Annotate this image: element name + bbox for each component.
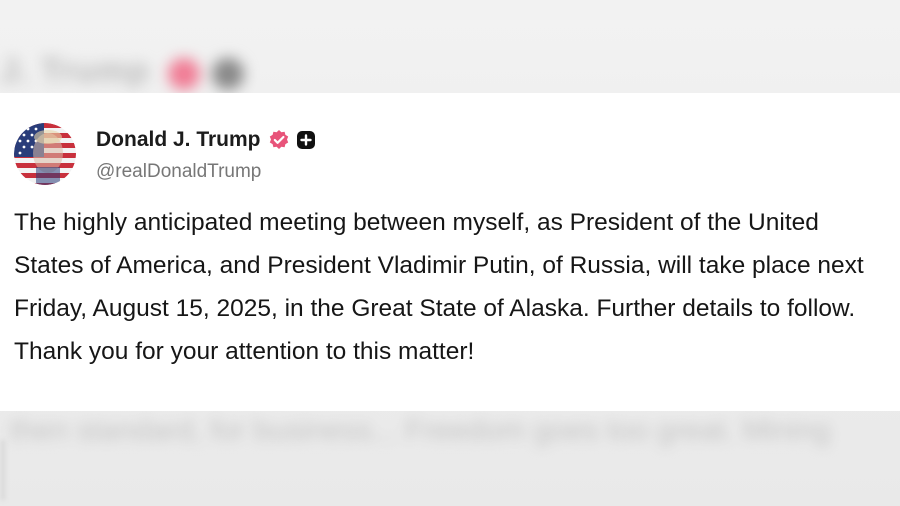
flag-portrait-avatar-icon <box>14 123 76 185</box>
author-row: Donald J. Trump <box>96 127 316 153</box>
post-body-text: The highly anticipated meeting between m… <box>14 209 864 365</box>
blurred-next-content: then standard, for business... Freedom g… <box>0 408 900 448</box>
blurred-footer-text: then standard, for business... Freedom g… <box>10 414 831 447</box>
avatar[interactable] <box>14 123 76 185</box>
blurred-badge-icon <box>168 58 200 90</box>
display-name[interactable]: Donald J. Trump <box>96 128 261 152</box>
plus-square-icon[interactable] <box>296 130 316 150</box>
post-card: Donald J. Trump @realDonaldTrump The hig… <box>0 93 900 411</box>
blurred-previous-header: J. Trump <box>0 40 900 100</box>
author-handle[interactable]: @realDonaldTrump <box>96 161 261 183</box>
blurred-edge <box>0 440 6 500</box>
blurred-plus-icon <box>212 58 244 90</box>
blurred-header-text: J. Trump <box>0 52 150 90</box>
verified-badge-icon <box>268 129 290 151</box>
